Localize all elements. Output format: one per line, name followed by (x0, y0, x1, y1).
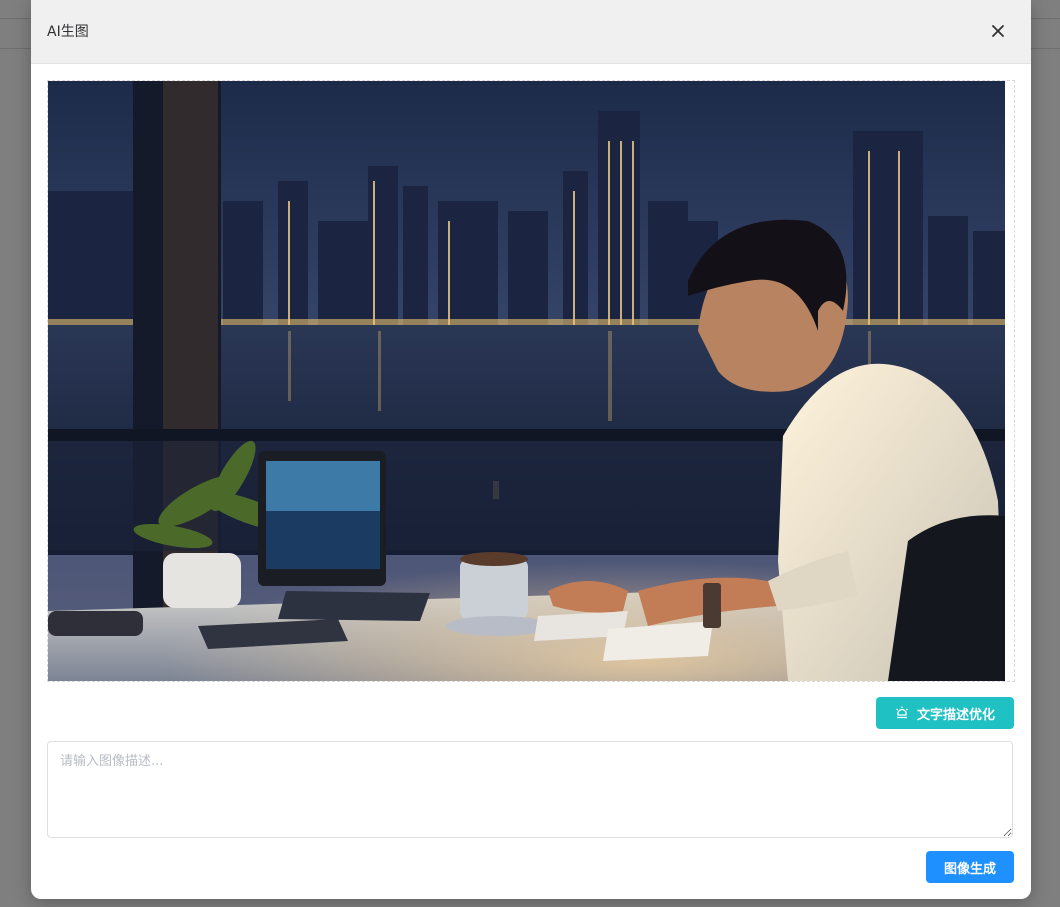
dialog-title: AI生图 (47, 24, 89, 40)
lightbulb-icon (896, 706, 908, 719)
close-icon (992, 25, 1004, 37)
image-preview-frame (47, 80, 1015, 682)
optimize-description-button[interactable]: 文字描述优化 (876, 697, 1014, 729)
generate-button-label: 图像生成 (943, 861, 996, 877)
close-button[interactable] (987, 20, 1009, 42)
image-description-input[interactable] (47, 741, 1013, 838)
ai-image-dialog: AI生图 文字描述优化 请输入图像描述... 图像生成 (31, 0, 1031, 899)
generate-image-button[interactable]: 图像生成 (926, 851, 1014, 883)
optimize-button-label: 文字描述优化 (916, 707, 995, 723)
dialog-header: AI生图 (31, 0, 1031, 64)
generated-image (48, 81, 1005, 681)
